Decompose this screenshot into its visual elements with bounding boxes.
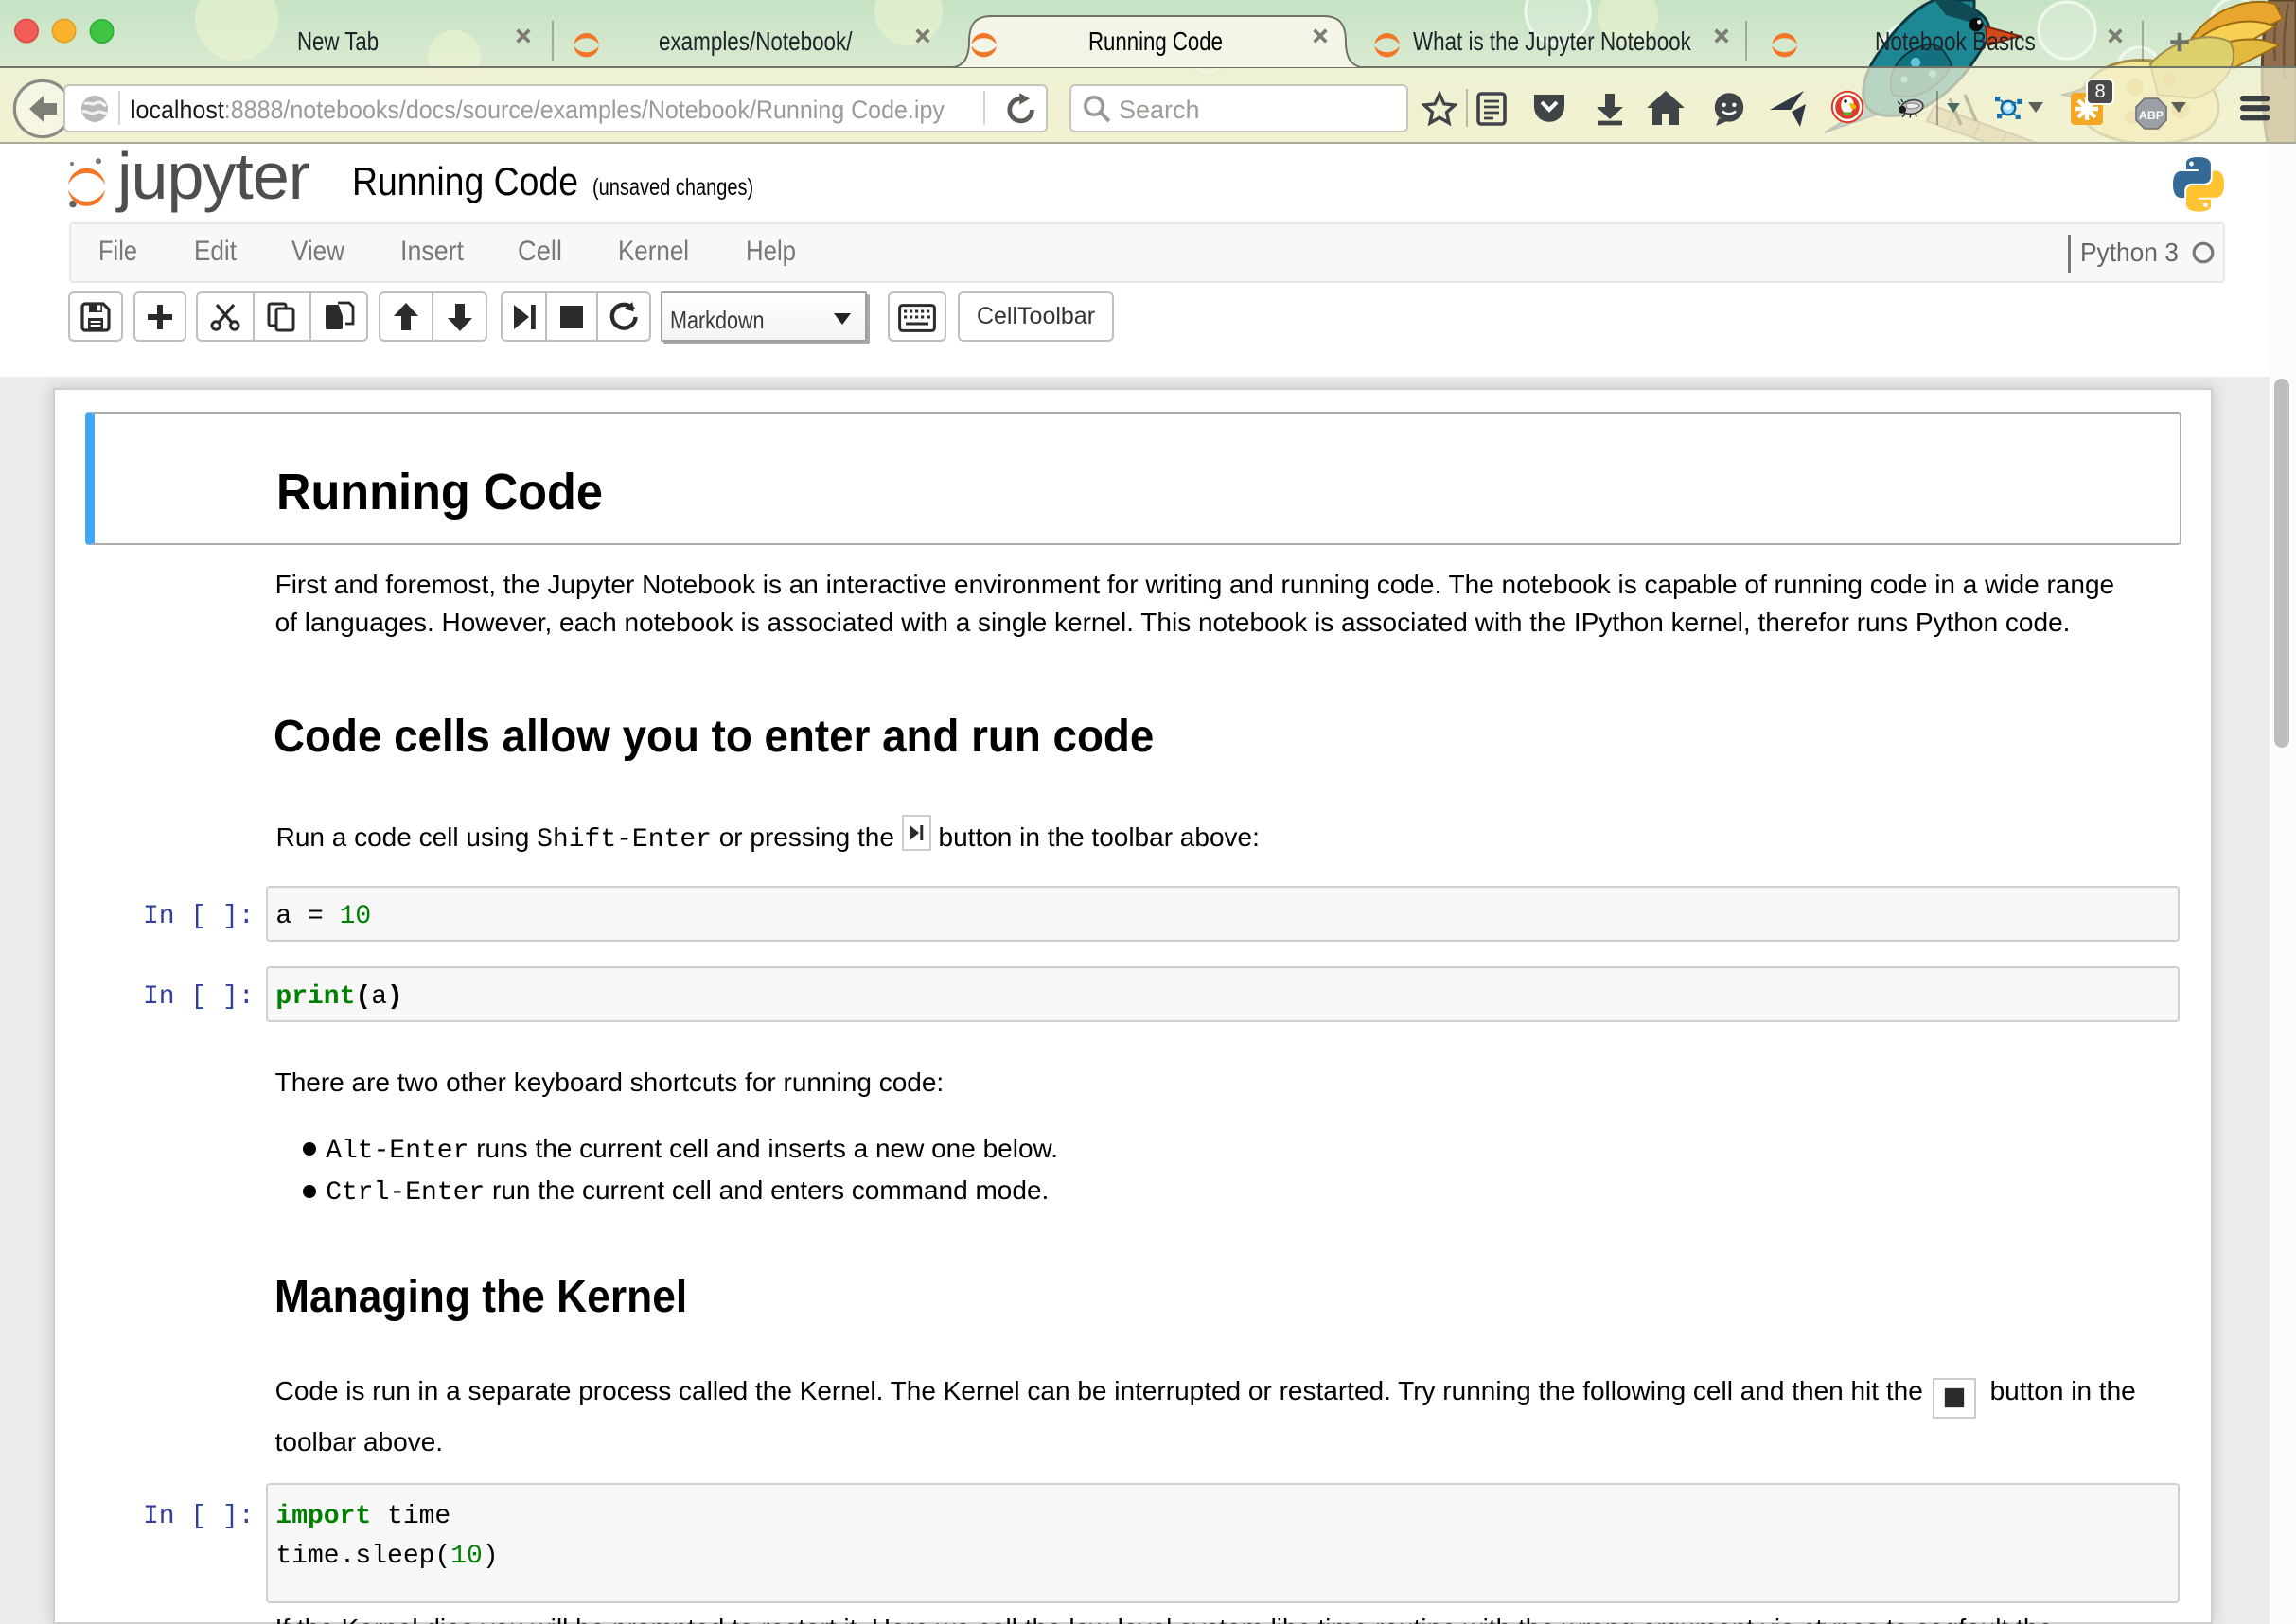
svg-text:ABP: ABP — [2139, 109, 2164, 122]
